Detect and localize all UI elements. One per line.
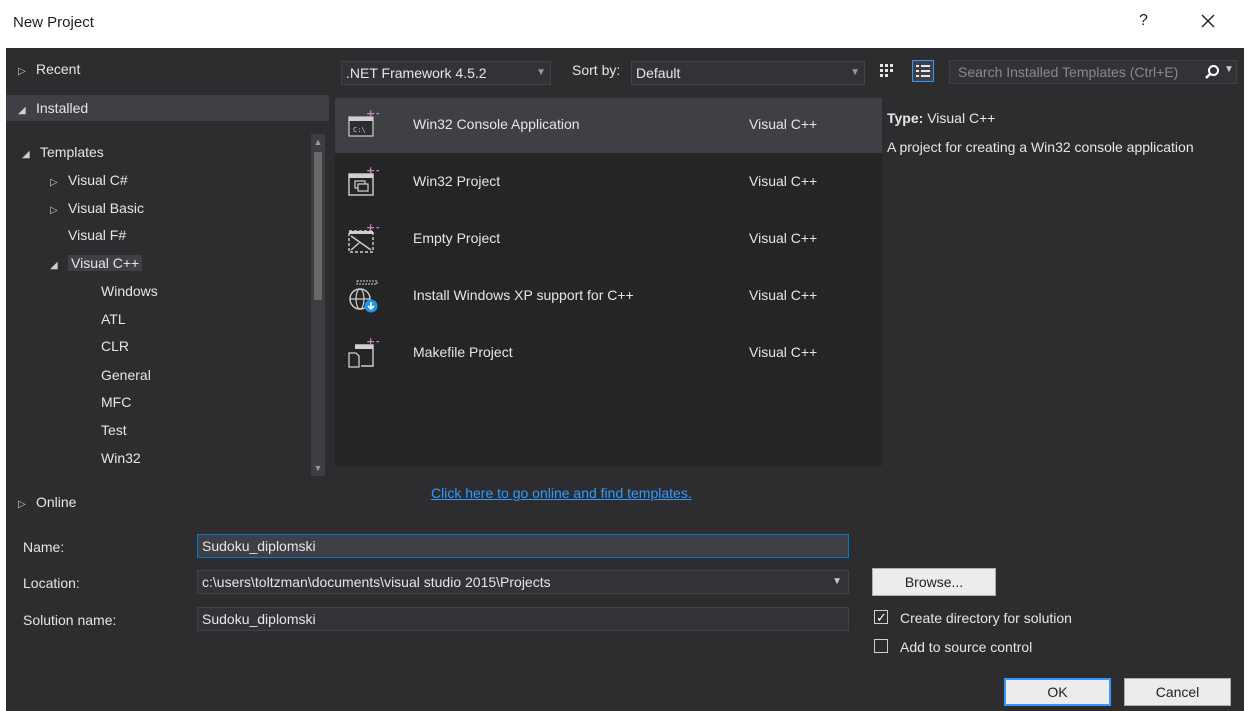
tree-item-atl[interactable]: ATL (101, 306, 126, 332)
location-combobox[interactable]: c:\users\toltzman\documents\visual studi… (197, 570, 849, 594)
type-value: Visual C++ (927, 110, 996, 126)
chevron-down-icon: ▼ (850, 67, 860, 78)
scrollbar-thumb[interactable] (314, 152, 322, 300)
sort-by-label: Sort by: (572, 62, 621, 78)
templates-list: C:\ ++ Win32 Console Application Visual … (335, 98, 882, 466)
tree-item-windows[interactable]: Windows (101, 278, 158, 304)
svg-text:C:\: C:\ (353, 126, 366, 134)
search-templates-box[interactable]: Search Installed Templates (Ctrl+E) ▼ (949, 60, 1237, 84)
source-control-label: Add to source control (900, 639, 1033, 655)
ok-button[interactable]: OK (1004, 678, 1111, 706)
win32-project-icon: ++ (348, 165, 379, 196)
dialog-title: New Project (13, 14, 94, 31)
tree-item-installed[interactable]: ◢ Installed (6, 95, 329, 121)
svg-text:++: ++ (366, 222, 379, 234)
makefile-project-icon: ++ (348, 336, 379, 368)
collapse-arrow-icon: ◢ (18, 105, 26, 116)
tree-item-templates[interactable]: ◢ Templates (22, 139, 104, 165)
small-icons-view-button[interactable] (876, 60, 898, 82)
template-name: Win32 Project (413, 173, 501, 189)
browse-button[interactable]: Browse... (872, 568, 996, 596)
close-icon (1201, 14, 1215, 28)
template-language: Visual C++ (749, 287, 818, 303)
solution-name-input[interactable]: Sudoku_diplomski (197, 607, 849, 631)
checkmark-icon: ✓ (876, 610, 887, 625)
tree-item-general[interactable]: General (101, 362, 151, 388)
tree-item-test[interactable]: Test (101, 417, 127, 443)
dialog-body: ▷ Recent ◢ Installed ◢ Templates ▷ Visual C#… (6, 48, 1244, 711)
template-item-empty-project[interactable]: ++ Empty Project Visual C++ (335, 212, 882, 267)
search-icon[interactable] (1204, 64, 1220, 80)
expand-arrow-icon: ▷ (50, 177, 58, 188)
sort-dropdown[interactable]: Default ▼ (631, 61, 865, 85)
collapse-arrow-icon: ◢ (22, 149, 30, 160)
search-input[interactable]: Search Installed Templates (Ctrl+E) (958, 64, 1186, 80)
location-label: Location: (23, 575, 80, 591)
checkbox-box[interactable]: ✓ (874, 610, 888, 625)
tree-item-visual-cpp[interactable]: ◢ Visual C++ (50, 250, 143, 276)
tree-item-online[interactable]: ▷ Online (18, 489, 76, 515)
template-item-makefile[interactable]: ++ Makefile Project Visual C++ (335, 326, 882, 381)
framework-dropdown[interactable]: .NET Framework 4.5.2 ▼ (341, 61, 551, 85)
expand-arrow-icon: ▷ (18, 499, 26, 510)
create-directory-label: Create directory for solution (900, 610, 1072, 626)
template-item-xp-support[interactable]: Install Windows XP support for C++ Visua… (335, 269, 882, 324)
globe-download-icon (349, 280, 378, 313)
title-bar: New Project ? (0, 0, 1250, 48)
tree-item-recent[interactable]: ▷ Recent (6, 56, 329, 82)
name-label: Name: (23, 539, 65, 555)
tree-item-mfc[interactable]: MFC (101, 389, 131, 415)
template-description: A project for creating a Win32 console a… (887, 139, 1194, 155)
console-app-icon: C:\ ++ (348, 108, 379, 137)
template-language: Visual C++ (749, 116, 818, 132)
collapse-arrow-icon: ◢ (50, 260, 58, 271)
svg-text:++: ++ (366, 165, 379, 177)
empty-project-icon: ++ (348, 222, 379, 253)
tree-item-win32[interactable]: Win32 (101, 445, 141, 471)
template-name: Install Windows XP support for C++ (413, 287, 634, 303)
checkbox-box[interactable] (874, 639, 888, 653)
svg-text:++: ++ (366, 108, 379, 120)
sort-value: Default (636, 65, 681, 81)
template-details: Type: Visual C++ A project for creating … (887, 110, 1227, 157)
template-name: Win32 Console Application (413, 116, 580, 132)
template-name: Makefile Project (413, 344, 513, 360)
tree-item-clr[interactable]: CLR (101, 333, 129, 359)
solution-name-label: Solution name: (23, 612, 117, 628)
help-button[interactable]: ? (1139, 12, 1148, 30)
template-item-win32-console[interactable]: C:\ ++ Win32 Console Application Visual … (335, 98, 882, 153)
online-templates-link[interactable]: Click here to go online and find templat… (431, 485, 692, 501)
cancel-button[interactable]: Cancel (1124, 678, 1231, 706)
svg-text:++: ++ (366, 336, 379, 348)
template-language: Visual C++ (749, 173, 818, 189)
chevron-down-icon: ▼ (536, 67, 546, 78)
tree-scrollbar[interactable]: ▲ ▼ (311, 134, 325, 476)
list-view-icon (916, 65, 930, 77)
small-icons-grid-icon (880, 64, 893, 77)
close-button[interactable] (1195, 8, 1221, 34)
template-name: Empty Project (413, 230, 501, 246)
list-view-button[interactable] (912, 60, 934, 82)
tree-item-visual-csharp[interactable]: ▷ Visual C# (50, 167, 128, 193)
framework-value: .NET Framework 4.5.2 (346, 65, 487, 81)
template-tree: ▷ Recent ◢ Installed ◢ Templates ▷ Visual C#… (6, 48, 329, 526)
type-label: Type: (887, 110, 924, 126)
location-value: c:\users\toltzman\documents\visual studi… (202, 574, 551, 590)
scroll-down-arrow-icon[interactable]: ▼ (311, 460, 325, 476)
chevron-down-icon[interactable]: ▼ (832, 571, 842, 593)
tree-item-visual-basic[interactable]: ▷ Visual Basic (50, 195, 144, 221)
chevron-down-icon[interactable]: ▼ (1224, 64, 1234, 75)
template-language: Visual C++ (749, 344, 818, 360)
tree-item-visual-fsharp[interactable]: Visual F# (68, 222, 126, 248)
template-language: Visual C++ (749, 230, 818, 246)
scroll-up-arrow-icon[interactable]: ▲ (311, 134, 325, 150)
name-input[interactable]: Sudoku_diplomski (197, 534, 849, 558)
expand-arrow-icon: ▷ (50, 205, 58, 216)
template-item-win32-project[interactable]: ++ Win32 Project Visual C++ (335, 155, 882, 210)
expand-arrow-icon: ▷ (18, 66, 26, 77)
